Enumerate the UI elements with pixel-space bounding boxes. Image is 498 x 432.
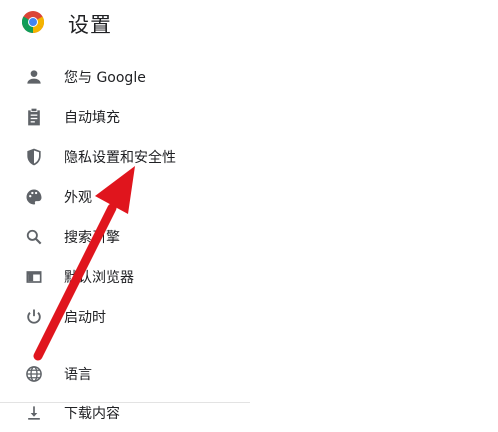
sidebar-item-default-browser[interactable]: 默认浏览器 [0, 258, 250, 296]
sidebar-item-downloads[interactable]: 下载内容 [0, 394, 250, 432]
download-icon [24, 403, 44, 423]
globe-icon [24, 364, 44, 384]
shield-icon [24, 147, 44, 167]
sidebar-item-label: 下载内容 [64, 406, 120, 422]
sidebar-item-label: 启动时 [64, 310, 106, 326]
sidebar-item-label: 语言 [64, 367, 92, 383]
sidebar-item-appearance[interactable]: 外观 [0, 178, 250, 216]
sidebar-item-autofill[interactable]: 自动填充 [0, 98, 250, 136]
sidebar-item-label: 隐私设置和安全性 [64, 150, 176, 166]
chrome-logo-icon[interactable] [22, 11, 44, 33]
sidebar-item-search-engine[interactable]: 搜索引擎 [0, 218, 250, 256]
sidebar-item-languages[interactable]: 语言 [0, 355, 250, 393]
sidebar-item-label: 您与 Google [64, 70, 146, 86]
palette-icon [24, 187, 44, 207]
sidebar-item-you-and-google[interactable]: 您与 Google [0, 58, 250, 96]
sidebar-item-label: 搜索引擎 [64, 230, 120, 246]
sidebar-item-label: 自动填充 [64, 110, 120, 126]
settings-header: 设置 [0, 0, 498, 48]
sidebar-item-on-startup[interactable]: 启动时 [0, 298, 250, 336]
person-icon [24, 67, 44, 87]
clipboard-icon [24, 107, 44, 127]
sidebar-item-label: 默认浏览器 [64, 270, 134, 286]
sidebar-item-label: 外观 [64, 190, 92, 206]
page-title: 设置 [68, 13, 112, 37]
browser-window-icon [24, 267, 44, 287]
power-icon [24, 307, 44, 327]
search-icon [24, 227, 44, 247]
sidebar-item-privacy-security[interactable]: 隐私设置和安全性 [0, 138, 250, 176]
